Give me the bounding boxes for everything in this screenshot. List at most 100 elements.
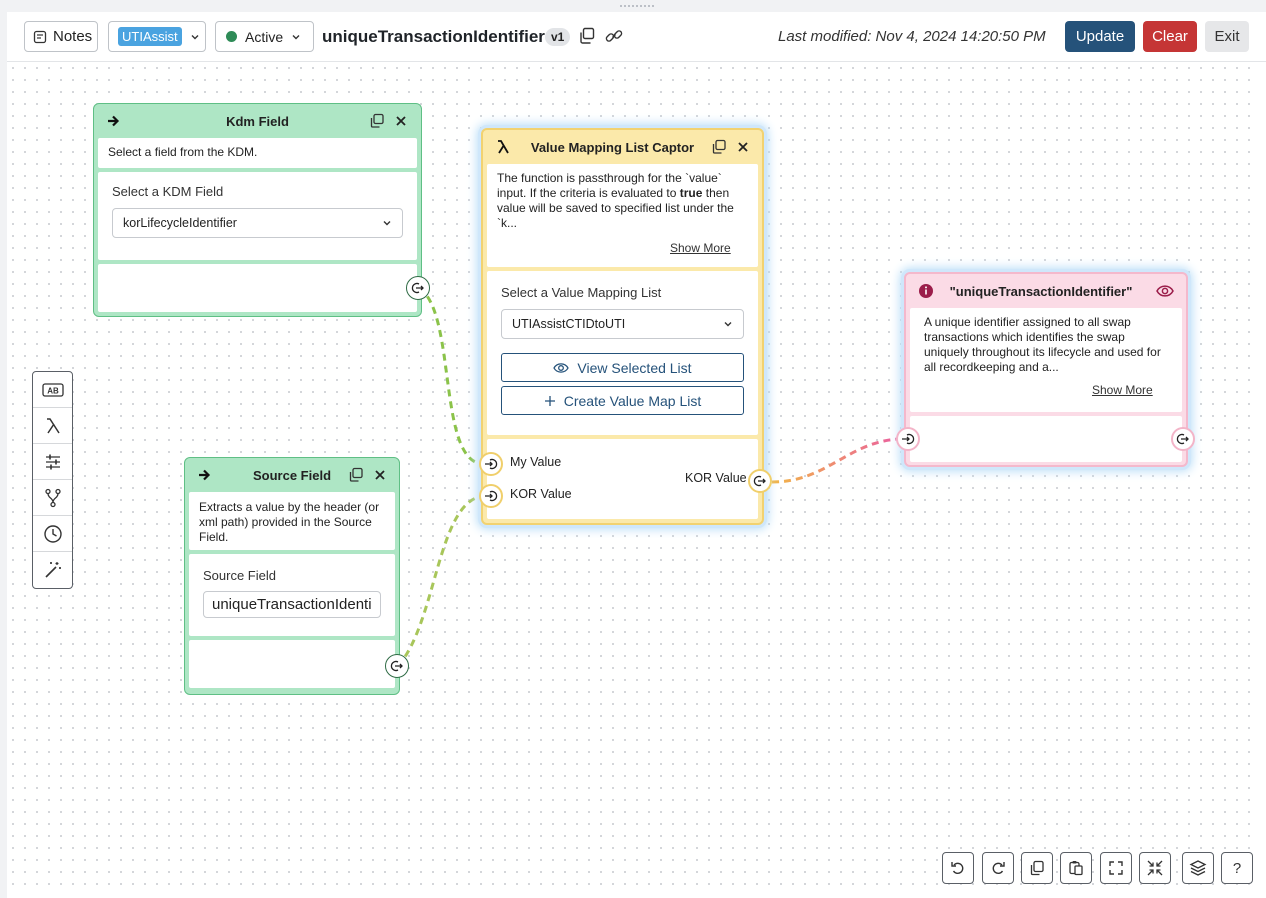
source-field-label: Source Field bbox=[203, 568, 276, 583]
info-icon bbox=[919, 284, 933, 298]
kdm-node-header[interactable]: Kdm Field bbox=[94, 104, 421, 138]
sliders-icon[interactable] bbox=[33, 444, 72, 480]
create-value-map-list-button[interactable]: Create Value Map List bbox=[501, 386, 744, 415]
paste-icon bbox=[1069, 861, 1083, 876]
captor-input-handle-kor-value[interactable] bbox=[479, 484, 503, 508]
branch-icon[interactable] bbox=[33, 480, 72, 516]
source-field-input[interactable]: uniqueTransactionIdenti bbox=[203, 591, 381, 618]
exit-button[interactable]: Exit bbox=[1205, 21, 1249, 52]
view-selected-list-button[interactable]: View Selected List bbox=[501, 353, 744, 382]
captor-node-header[interactable]: Value Mapping List Captor bbox=[483, 130, 762, 164]
captor-input-handle-my-value[interactable] bbox=[479, 452, 503, 476]
update-button[interactable]: Update bbox=[1065, 21, 1135, 52]
view-selected-list-label: View Selected List bbox=[577, 359, 692, 376]
source-node-description: Extracts a value by the header (or xml p… bbox=[189, 492, 395, 550]
output-ports-section bbox=[910, 416, 1182, 462]
edge-source-to-korvalue bbox=[396, 494, 484, 667]
app-select[interactable]: UTIAssist bbox=[108, 21, 206, 52]
copy-icon[interactable] bbox=[369, 113, 385, 129]
status-select[interactable]: Active bbox=[215, 21, 314, 52]
close-icon[interactable] bbox=[373, 468, 387, 482]
undo-button[interactable] bbox=[942, 852, 974, 884]
captor-output-handle[interactable] bbox=[748, 469, 772, 493]
captor-ports-section: My Value KOR Value KOR Value bbox=[487, 439, 758, 519]
collapse-icon bbox=[1147, 860, 1163, 876]
captor-list-label: Select a Value Mapping List bbox=[501, 285, 662, 300]
text-ab-icon[interactable]: AB bbox=[33, 372, 72, 408]
captor-node-title: Value Mapping List Captor bbox=[530, 139, 695, 155]
chevron-down-icon bbox=[383, 221, 391, 226]
input-port-icon bbox=[902, 433, 915, 445]
output-description: A unique identifier assigned to all swap… bbox=[924, 315, 1161, 374]
close-icon[interactable] bbox=[736, 140, 750, 154]
status-label: Active bbox=[245, 28, 284, 45]
edge-captor-to-output bbox=[771, 437, 900, 484]
collapse-button[interactable] bbox=[1139, 852, 1171, 884]
source-output-section bbox=[189, 640, 395, 688]
svg-text:AB: AB bbox=[47, 386, 59, 395]
create-value-map-list-label: Create Value Map List bbox=[563, 392, 702, 409]
notes-button[interactable]: Notes bbox=[24, 21, 98, 52]
input-port-icon bbox=[485, 490, 498, 502]
undo-icon bbox=[951, 862, 964, 875]
version-badge: v1 bbox=[545, 28, 571, 46]
value-mapping-list-select[interactable]: UTIAssistCTIDtoUTI bbox=[501, 309, 744, 339]
output-node[interactable]: "uniqueTransactionIdentifier" A unique i… bbox=[904, 272, 1188, 467]
captor-description: The function is passthrough for the `val… bbox=[487, 164, 758, 239]
clock-icon[interactable] bbox=[33, 516, 72, 552]
output-show-more-link[interactable]: Show More bbox=[1092, 383, 1153, 397]
eye-icon bbox=[553, 362, 570, 373]
redo-button[interactable] bbox=[982, 852, 1014, 884]
input-port-icon bbox=[485, 458, 498, 470]
kdm-node-title: Kdm Field bbox=[226, 113, 289, 129]
output-port-icon bbox=[390, 660, 403, 672]
clear-button[interactable]: Clear bbox=[1143, 21, 1197, 52]
source-field-section: Source Field uniqueTransactionIdenti bbox=[189, 554, 395, 636]
kdm-node-description: Select a field from the KDM. bbox=[98, 138, 417, 168]
source-output-handle[interactable] bbox=[385, 654, 409, 678]
kdm-selected-value: korLifecycleIdentifier bbox=[123, 216, 237, 230]
magic-wand-icon[interactable] bbox=[33, 552, 72, 588]
eye-icon[interactable] bbox=[1156, 283, 1174, 299]
kdm-output-handle[interactable] bbox=[406, 276, 430, 300]
edge-kdm-to-myvalue bbox=[418, 286, 484, 466]
input-label-kor-value: KOR Value bbox=[510, 487, 572, 501]
lambda-icon[interactable] bbox=[33, 408, 72, 444]
source-node-header[interactable]: Source Field bbox=[185, 458, 399, 492]
flow-canvas[interactable]: Kdm Field Select a field from the KDM. S… bbox=[7, 62, 1259, 892]
link-icon[interactable] bbox=[604, 26, 624, 46]
fit-view-button[interactable] bbox=[1100, 852, 1132, 884]
captor-node[interactable]: Value Mapping List Captor The function i… bbox=[481, 128, 764, 525]
captor-show-more-link[interactable]: Show More bbox=[670, 241, 731, 255]
kdm-field-node[interactable]: Kdm Field Select a field from the KDM. S… bbox=[93, 103, 422, 317]
drag-grip[interactable] bbox=[7, 0, 1266, 12]
copy-icon[interactable] bbox=[577, 26, 597, 46]
layers-button[interactable] bbox=[1182, 852, 1214, 884]
output-node-output-handle[interactable] bbox=[1171, 427, 1195, 451]
output-node-input-handle[interactable] bbox=[896, 427, 920, 451]
output-port-icon bbox=[411, 282, 424, 294]
copy-button[interactable] bbox=[1021, 852, 1053, 884]
layers-icon bbox=[1189, 860, 1207, 876]
captor-desc-bold: true bbox=[679, 186, 703, 200]
output-node-title: "uniqueTransactionIdentifier" bbox=[949, 283, 1133, 299]
source-field-node[interactable]: Source Field Extracts a value by the hea… bbox=[184, 457, 400, 695]
paste-button[interactable] bbox=[1060, 852, 1092, 884]
source-node-title: Source Field bbox=[252, 467, 332, 483]
copy-icon[interactable] bbox=[348, 467, 364, 483]
redo-icon bbox=[992, 862, 1005, 875]
help-button[interactable]: ? bbox=[1221, 852, 1253, 884]
kdm-field-label: Select a KDM Field bbox=[112, 184, 224, 199]
fit-view-icon bbox=[1109, 861, 1123, 875]
output-port-icon bbox=[1176, 433, 1189, 445]
captor-list-section: Select a Value Mapping List UTIAssistCTI… bbox=[487, 271, 758, 435]
top-header: Notes UTIAssist Active uniqueTransaction… bbox=[7, 12, 1266, 62]
close-icon[interactable] bbox=[394, 114, 408, 128]
output-node-header[interactable]: "uniqueTransactionIdentifier" bbox=[906, 274, 1186, 308]
kdm-field-select[interactable]: korLifecycleIdentifier bbox=[112, 208, 403, 238]
input-label-my-value: My Value bbox=[510, 455, 562, 469]
captor-selected-value: UTIAssistCTIDtoUTI bbox=[512, 317, 626, 331]
copy-icon[interactable] bbox=[711, 139, 727, 155]
last-modified: Last modified: Nov 4, 2024 14:20:50 PM bbox=[778, 28, 1046, 45]
output-label-kor-value: KOR Value bbox=[685, 471, 747, 485]
